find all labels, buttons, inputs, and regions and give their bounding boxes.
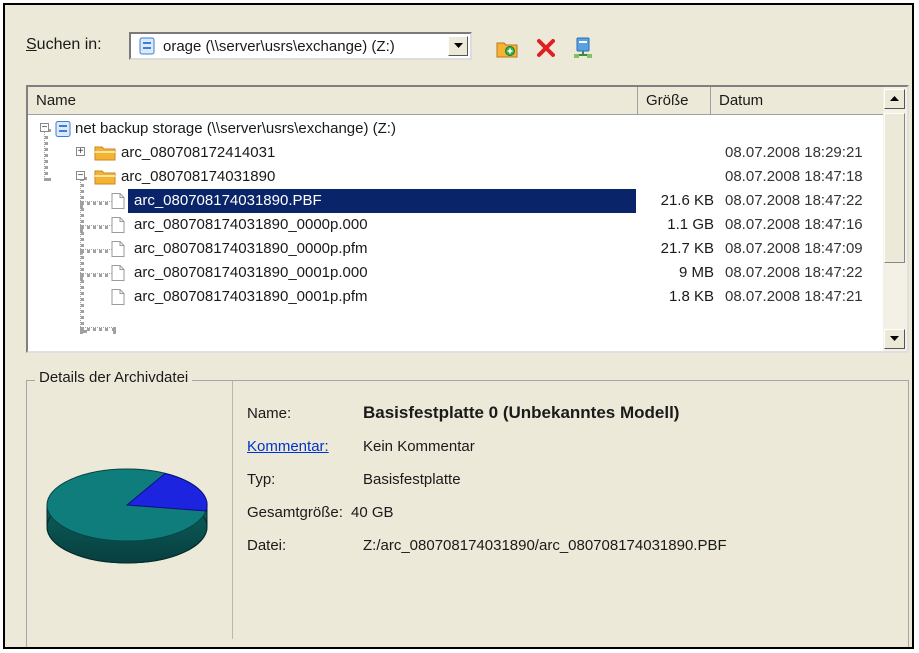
column-header-row: Name Größe Datum: [28, 87, 884, 117]
file-icon: [111, 217, 125, 233]
location-dropdown[interactable]: orage (\\server\usrs\exchange) (Z:): [129, 32, 472, 60]
tree-row-label: arc_080708174031890_0001p.000: [134, 264, 368, 281]
chevron-up-icon: [890, 96, 899, 101]
tree-row-file[interactable]: arc_080708174031890_0000p.pfm 21.7 KB 08…: [28, 237, 884, 261]
delete-icon: [537, 39, 555, 57]
total-size-label: Gesamtgröße:: [247, 504, 343, 521]
scroll-up-button[interactable]: [884, 89, 905, 109]
collapse-toggle[interactable]: −: [76, 171, 85, 181]
tree-row-file[interactable]: arc_080708174031890_0001p.000 9 MB 08.07…: [28, 261, 884, 285]
file-icon: [111, 241, 125, 257]
tree-row-label: arc_080708174031890_0001p.pfm: [134, 288, 368, 305]
name-label: Name:: [247, 405, 292, 422]
folder-icon: [94, 170, 116, 185]
archive-details-group: Details der Archivdatei Name: Basisfestp…: [26, 369, 909, 647]
folder-icon: [94, 146, 116, 161]
lookin-label: Suchen in:: [26, 36, 102, 53]
type-label: Typ:: [247, 471, 276, 488]
file-path-value: Z:/arc_080708174031890/arc_0807081740318…: [363, 537, 727, 554]
row-date: 08.07.2008 18:47:22: [725, 192, 863, 209]
file-label: Datei:: [247, 537, 287, 554]
row-size: 1.1 GB: [667, 216, 714, 233]
tree-row-label: arc_080708174031890_0000p.000: [134, 216, 368, 233]
file-icon: [111, 289, 125, 305]
tree-row-label: arc_080708174031890: [121, 168, 276, 185]
drive-icon: [139, 37, 155, 55]
dropdown-arrow-button[interactable]: [448, 36, 468, 56]
tree-row-folder[interactable]: + arc_080708172414031 08.07.2008 18:29:2…: [28, 141, 884, 165]
file-icon: [111, 265, 125, 281]
tree-line: [80, 327, 116, 331]
name-value: Basisfestplatte 0 (Unbekanntes Modell): [363, 403, 680, 422]
chevron-down-icon: [890, 336, 899, 341]
row-date: 08.07.2008 18:47:21: [725, 288, 863, 305]
details-separator: [232, 381, 233, 639]
column-header-size[interactable]: Größe: [638, 87, 711, 115]
chevron-down-icon: [453, 43, 463, 48]
expand-toggle[interactable]: +: [76, 147, 85, 157]
vertical-scrollbar[interactable]: [883, 87, 907, 351]
comment-value: Kein Kommentar: [363, 438, 475, 455]
collapse-toggle[interactable]: −: [40, 123, 49, 133]
row-date: 08.07.2008 18:47:16: [725, 216, 863, 233]
total-size-value: 40 GB: [351, 504, 394, 521]
column-header-name[interactable]: Name: [28, 87, 638, 115]
file-list[interactable]: Name Größe Datum − net backup storage (\…: [26, 85, 909, 353]
network-drive-icon: [574, 37, 592, 58]
row-date: 08.07.2008 18:29:21: [725, 144, 863, 161]
tree-row-label: arc_080708174031890.PBF: [134, 192, 322, 209]
tree-row-drive[interactable]: − net backup storage (\\server\usrs\exch…: [28, 117, 884, 141]
tree-row-label: arc_080708172414031: [121, 144, 276, 161]
row-date: 08.07.2008 18:47:18: [725, 168, 863, 185]
tree-row-folder[interactable]: − arc_080708174031890 08.07.2008 18:47:1…: [28, 165, 884, 189]
scrollbar-thumb[interactable]: [884, 113, 905, 263]
comment-link[interactable]: Kommentar:: [247, 438, 329, 455]
location-value: orage (\\server\usrs\exchange) (Z:): [163, 38, 395, 55]
column-header-date[interactable]: Datum: [711, 87, 884, 115]
tree-row-file[interactable]: arc_080708174031890_0001p.pfm 1.8 KB 08.…: [28, 285, 884, 309]
tree-row-file[interactable]: arc_080708174031890_0000p.000 1.1 GB 08.…: [28, 213, 884, 237]
tree-row-file[interactable]: arc_080708174031890.PBF 21.6 KB 08.07.20…: [28, 189, 884, 213]
scroll-down-button[interactable]: [884, 329, 905, 349]
type-value: Basisfestplatte: [363, 471, 461, 488]
details-legend: Details der Archivdatei: [35, 369, 193, 386]
row-size: 21.6 KB: [660, 192, 714, 209]
row-date: 08.07.2008 18:47:09: [725, 240, 863, 257]
tree-row-label: net backup storage (\\server\usrs\exchan…: [75, 120, 396, 137]
delete-button[interactable]: [534, 36, 558, 60]
network-drive-button[interactable]: [571, 36, 595, 60]
disk-usage-pie-chart-icon: [46, 468, 208, 564]
new-folder-icon: [496, 42, 518, 58]
row-date: 08.07.2008 18:47:22: [725, 264, 863, 281]
row-size: 9 MB: [678, 264, 714, 281]
drive-icon: [55, 121, 71, 137]
file-icon: [111, 193, 125, 209]
tree-row-label: arc_080708174031890_0000p.pfm: [134, 240, 368, 257]
row-size: 1.8 KB: [668, 288, 714, 305]
row-size: 21.7 KB: [660, 240, 714, 257]
dialog-frame: Suchen in: orage (\\server\usrs\exchange…: [3, 3, 914, 649]
new-folder-button[interactable]: [495, 36, 519, 60]
